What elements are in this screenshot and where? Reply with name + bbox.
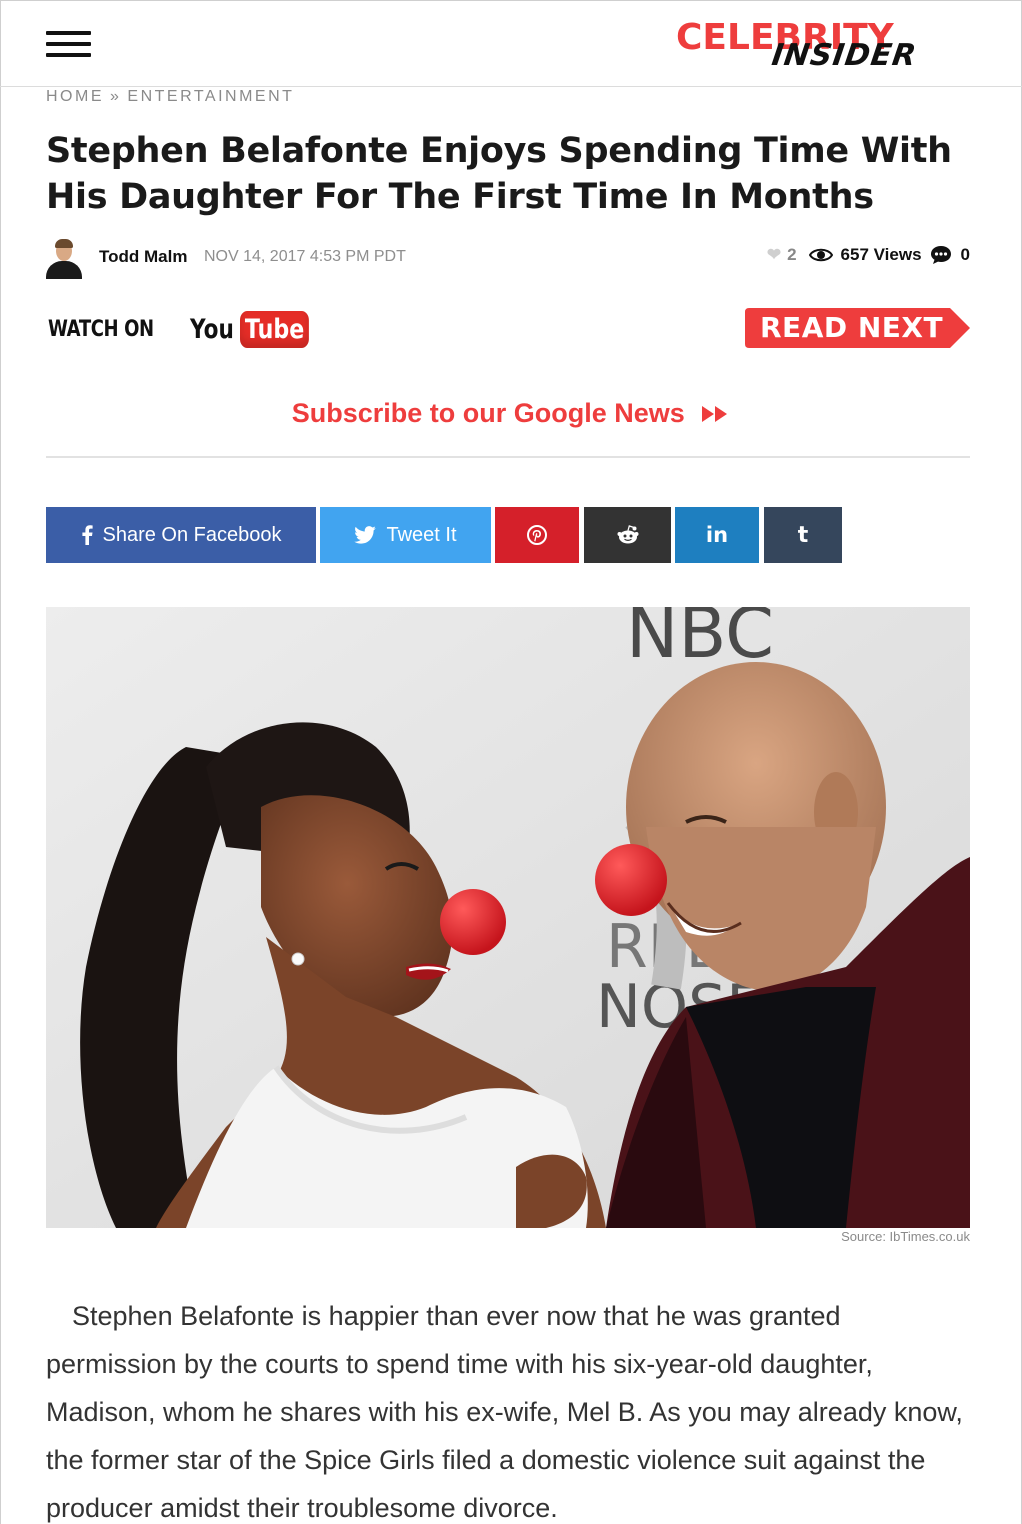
youtube-tube-label: Tube xyxy=(240,310,310,348)
linkedin-icon: in xyxy=(705,523,729,547)
heart-icon[interactable]: ❤ xyxy=(767,245,781,265)
watch-on-youtube-button[interactable]: WATCH ON You Tube xyxy=(48,304,324,354)
youtube-you-label: You xyxy=(190,313,234,345)
pinterest-icon xyxy=(527,525,547,545)
watch-on-label: WATCH ON xyxy=(48,316,154,342)
facebook-icon xyxy=(81,525,93,545)
article-photo: NBC RED NOSE xyxy=(46,607,970,1228)
share-tumblr-button[interactable]: t xyxy=(764,507,842,563)
like-count: 2 xyxy=(787,245,797,264)
breadcrumb-entertainment[interactable]: ENTERTAINMENT xyxy=(127,88,294,105)
photo-illustration: NBC RED NOSE xyxy=(46,607,970,1228)
tweet-button[interactable]: Tweet It xyxy=(320,507,491,563)
article-paragraph: Stephen Belafonte is happier than ever n… xyxy=(46,1301,963,1523)
share-linkedin-button[interactable]: in xyxy=(675,507,759,563)
section-divider xyxy=(46,456,970,458)
eye-icon xyxy=(808,248,833,262)
breadcrumb: HOME » ENTERTAINMENT xyxy=(46,88,294,106)
breadcrumb-separator: » xyxy=(110,88,122,105)
subscribe-google-news-link[interactable]: Subscribe to our Google News xyxy=(0,398,1022,429)
comment-count: 0 xyxy=(960,245,970,264)
image-source-caption: Source: IbTimes.co.uk xyxy=(841,1229,970,1244)
author-name[interactable]: Todd Malm xyxy=(99,247,187,267)
reddit-icon xyxy=(617,525,638,544)
read-next-label: READ NEXT xyxy=(760,311,944,344)
menu-icon[interactable] xyxy=(46,31,91,61)
page-title: Stephen Belafonte Enjoys Spending Time W… xyxy=(46,131,952,217)
author-avatar[interactable] xyxy=(46,239,82,279)
fast-forward-icon xyxy=(702,406,728,422)
twitter-icon xyxy=(354,526,377,544)
comment-icon[interactable] xyxy=(930,245,952,265)
tumblr-icon: t xyxy=(797,522,809,548)
site-header: CELEBRITY INSIDER xyxy=(0,0,1022,87)
share-reddit-button[interactable] xyxy=(584,507,671,563)
publish-date: NOV 14, 2017 4:53 PM PDT xyxy=(204,248,406,265)
subscribe-label: Subscribe to our Google News xyxy=(291,398,685,428)
site-logo[interactable]: CELEBRITY INSIDER xyxy=(676,18,920,76)
logo-insider: INSIDER xyxy=(769,38,920,73)
share-facebook-label: Share On Facebook xyxy=(102,523,282,546)
share-facebook-button[interactable]: Share On Facebook xyxy=(46,507,316,563)
breadcrumb-home[interactable]: HOME xyxy=(46,88,104,105)
article-stats: ❤ 2 657 Views 0 xyxy=(767,245,970,265)
article-body: Stephen Belafonte is happier than ever n… xyxy=(46,1292,970,1524)
share-pinterest-button[interactable] xyxy=(495,507,579,563)
read-next-button[interactable]: READ NEXT xyxy=(745,308,970,348)
tweet-label: Tweet It xyxy=(386,523,457,546)
view-count: 657 Views xyxy=(840,245,922,264)
